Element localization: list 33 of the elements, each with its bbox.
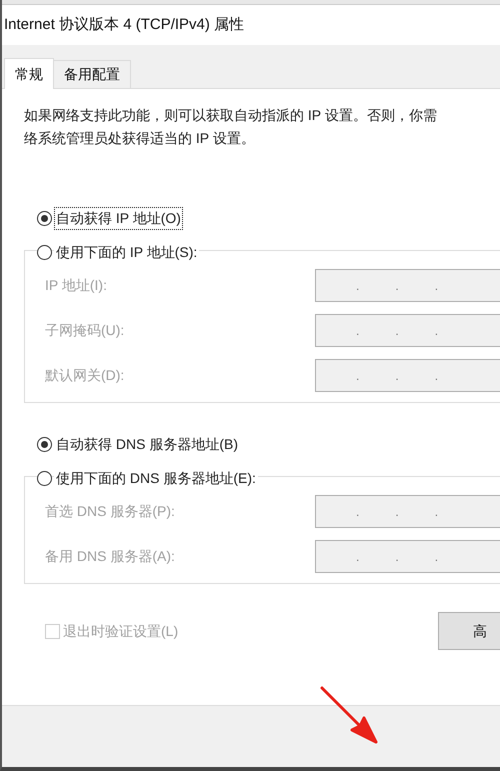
window-title: Internet 协议版本 4 (TCP/IPv4) 属性: [4, 14, 244, 35]
octet-separator: .: [395, 322, 399, 340]
octet-separator: .: [434, 548, 438, 566]
radio-button[interactable]: [37, 245, 52, 260]
field-label: 备用 DNS 服务器(A):: [45, 547, 176, 566]
tab[interactable]: 常规: [4, 58, 54, 89]
octet-separator: .: [356, 548, 360, 566]
field-label: IP 地址(I):: [45, 276, 108, 295]
annotation-arrow: [320, 686, 378, 744]
field-label: 首选 DNS 服务器(P):: [45, 502, 176, 521]
field-label: 默认网关(D):: [45, 366, 126, 385]
octet-separator: .: [434, 322, 438, 340]
checkbox-label: 退出时验证设置(L): [63, 622, 178, 641]
advanced-button[interactable]: 高: [438, 612, 500, 650]
radio-button[interactable]: [37, 471, 52, 486]
octet-separator: .: [356, 322, 360, 340]
octet-separator: .: [434, 504, 438, 520]
octet-separator: .: [395, 548, 399, 566]
octet-separator: .: [395, 278, 399, 294]
radio-label: 自动获得 IP 地址(O): [54, 207, 183, 230]
octet-separator: .: [434, 368, 438, 384]
octet-separator: .: [395, 368, 399, 384]
radio-button[interactable]: [37, 437, 52, 452]
octet-separator: .: [356, 278, 360, 294]
radio-button[interactable]: [37, 211, 52, 226]
octet-separator: .: [356, 504, 360, 520]
field-label: 子网掩码(U):: [45, 321, 126, 340]
octet-separator: .: [434, 278, 438, 294]
description-text: 络系统管理员处获得适当的 IP 设置。: [24, 129, 256, 148]
description-text: 如果网络支持此功能，则可以获取自动指派的 IP 设置。否则，你需: [24, 106, 438, 125]
octet-separator: .: [395, 504, 399, 520]
tab[interactable]: 备用配置: [54, 60, 131, 88]
octet-separator: .: [356, 368, 360, 384]
